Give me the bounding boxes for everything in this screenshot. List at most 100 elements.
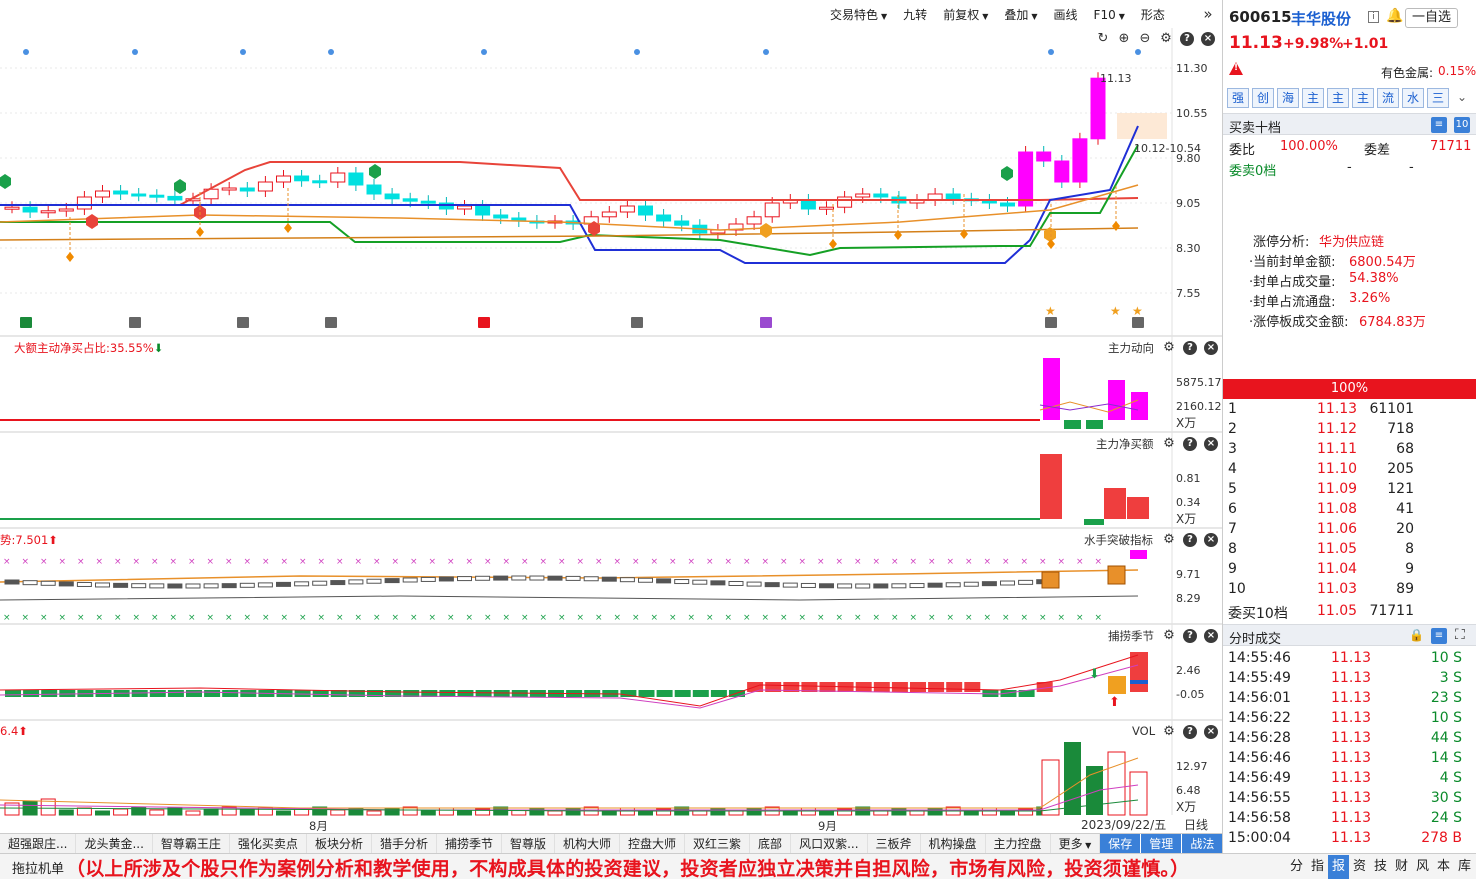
- footer-tab[interactable]: 技: [1370, 855, 1391, 879]
- save-button[interactable]: 保存: [1100, 833, 1142, 854]
- toolbar-trade-feature[interactable]: 交易特色 ▼: [822, 3, 895, 27]
- buy-level-row[interactable]: 1 11.13 61101: [1223, 401, 1476, 421]
- footer-tab[interactable]: 资: [1349, 855, 1370, 879]
- tag-button[interactable]: 海: [1277, 88, 1299, 108]
- footer-tab[interactable]: 风: [1412, 855, 1433, 879]
- help-icon[interactable]: ?: [1183, 628, 1197, 643]
- close-icon[interactable]: ×: [1204, 628, 1218, 643]
- close-icon[interactable]: ×: [1201, 31, 1215, 46]
- x-marker: ×: [114, 557, 122, 567]
- settings-icon[interactable]: ⚙: [1162, 436, 1176, 451]
- footer-tab[interactable]: 财: [1391, 855, 1412, 879]
- toolbar-forward-adjust[interactable]: 前复权 ▼: [935, 3, 996, 27]
- expand-icon[interactable]: ⛶: [1455, 627, 1465, 643]
- close-icon[interactable]: ×: [1204, 532, 1218, 547]
- ten-level-icon[interactable]: 10: [1454, 117, 1470, 133]
- sailor-bar: [167, 583, 183, 589]
- add-favorite-button[interactable]: 一自选: [1405, 8, 1459, 28]
- indicator-tab[interactable]: 双红三紫: [685, 833, 751, 854]
- toolbar-nine-turn[interactable]: 九转: [895, 3, 935, 27]
- range-label: 10.12-10.54: [1134, 142, 1201, 155]
- buy-level-row[interactable]: 8 11.05 8: [1223, 541, 1476, 561]
- indicator-tab[interactable]: 强化买卖点: [230, 833, 307, 854]
- indicator-tab[interactable]: 智尊版: [502, 833, 555, 854]
- stock-name[interactable]: 丰华股份: [1291, 8, 1351, 29]
- manage-button[interactable]: 管理: [1141, 833, 1183, 854]
- help-icon[interactable]: ?: [1180, 31, 1194, 46]
- buy-level-row[interactable]: 6 11.08 41: [1223, 501, 1476, 521]
- settings-icon[interactable]: ⚙: [1162, 628, 1176, 643]
- list-icon[interactable]: ≡: [1431, 628, 1447, 644]
- toolbar-pattern[interactable]: 形态: [1133, 3, 1173, 27]
- settings-icon[interactable]: ⚙: [1162, 724, 1176, 739]
- close-icon[interactable]: ×: [1204, 724, 1218, 739]
- sailor-bar: [22, 580, 38, 586]
- buy-level-row[interactable]: 5 11.09 121: [1223, 481, 1476, 501]
- indicator-tab[interactable]: 捕捞季节: [437, 833, 502, 854]
- tag-button[interactable]: 主: [1327, 88, 1349, 108]
- list-icon[interactable]: ≡: [1431, 117, 1447, 133]
- footer-tab[interactable]: 库: [1454, 855, 1475, 879]
- indicator-tab[interactable]: 风口双紫...: [791, 833, 868, 854]
- toolbar-f10[interactable]: F10 ▼: [1086, 3, 1133, 27]
- chevron-down-icon[interactable]: ⌄: [1457, 90, 1467, 104]
- footer-tab-active[interactable]: 报: [1328, 855, 1349, 879]
- indicator-tab[interactable]: 机构大师: [555, 833, 621, 854]
- info-icon[interactable]: i: [1368, 11, 1379, 23]
- help-icon[interactable]: ?: [1183, 436, 1197, 451]
- expand-more-icon[interactable]: »: [1196, 2, 1220, 26]
- indicator-tab[interactable]: 猎手分析: [372, 833, 437, 854]
- kline-svg[interactable]: ★ ★ ★ × × × × × × × × × × × × × × × × × × × × × × × × × × × × × × × × × × × × ×…: [0, 0, 1222, 833]
- buy-level-row[interactable]: 9 11.04 9: [1223, 561, 1476, 581]
- indicator-tab[interactable]: 底部: [750, 833, 792, 854]
- tag-button[interactable]: 流: [1377, 88, 1399, 108]
- lock-icon[interactable]: 🔒: [1409, 628, 1424, 642]
- indicator-tab[interactable]: 龙头黄金...: [76, 833, 153, 854]
- tag-button[interactable]: 水: [1402, 88, 1424, 108]
- indicator-tab[interactable]: 机构操盘: [921, 833, 986, 854]
- refresh-icon[interactable]: ↻: [1096, 31, 1110, 46]
- zoom-out-icon[interactable]: ⊖: [1138, 31, 1152, 46]
- settings-icon[interactable]: ⚙: [1162, 340, 1176, 355]
- footer-tab[interactable]: 指: [1307, 855, 1328, 879]
- buy-level-row[interactable]: 3 11.11 68: [1223, 441, 1476, 461]
- tractor-order-label[interactable]: 拖拉机单: [12, 858, 64, 877]
- bell-icon[interactable]: 🔔: [1386, 8, 1403, 24]
- settings-icon[interactable]: ⚙: [1159, 31, 1173, 46]
- close-icon[interactable]: ×: [1204, 436, 1218, 451]
- buy-level-row[interactable]: 4 11.10 205: [1223, 461, 1476, 481]
- indicator-tab[interactable]: 智尊霸王庄: [153, 833, 230, 854]
- tag-button[interactable]: 主: [1302, 88, 1324, 108]
- help-icon[interactable]: ?: [1183, 724, 1197, 739]
- tag-button[interactable]: 主: [1352, 88, 1374, 108]
- tag-button[interactable]: 创: [1252, 88, 1274, 108]
- indicator-tab[interactable]: 板块分析: [307, 833, 372, 854]
- help-icon[interactable]: ?: [1183, 532, 1197, 547]
- period-label[interactable]: 日线: [1184, 816, 1208, 833]
- toolbar-overlay[interactable]: 叠加 ▼: [996, 3, 1045, 27]
- buy-level-row[interactable]: 2 11.12 718: [1223, 421, 1476, 441]
- footer-tab[interactable]: 本: [1433, 855, 1454, 879]
- sailor-bar: [402, 577, 418, 583]
- tag-button[interactable]: 三: [1427, 88, 1449, 108]
- kline-chart-area[interactable]: ★ ★ ★ × × × × × × × × × × × × × × × × × × × × × × × × × × × × × × × × × × × × ×…: [0, 0, 1222, 833]
- indicator-tab[interactable]: 三板斧: [868, 833, 921, 854]
- indicator-tab[interactable]: 控盘大师: [620, 833, 686, 854]
- toolbar-draw-line[interactable]: 画线: [1046, 3, 1086, 27]
- footer-tab[interactable]: 分: [1286, 855, 1307, 879]
- zoom-in-icon[interactable]: ⊕: [1117, 31, 1131, 46]
- x-marker: ×: [225, 613, 233, 623]
- more-tab[interactable]: 更多 ▼: [1051, 833, 1101, 854]
- strategy-button[interactable]: 战法: [1182, 833, 1224, 854]
- tag-button[interactable]: 强: [1227, 88, 1249, 108]
- indicator-tab[interactable]: 超强跟庄...: [0, 833, 77, 854]
- buy-level-row[interactable]: 7 11.06 20: [1223, 521, 1476, 541]
- indicator-tab[interactable]: 主力控盘: [986, 833, 1051, 854]
- close-icon[interactable]: ×: [1204, 340, 1218, 355]
- level-volume: 9: [1405, 561, 1414, 577]
- help-icon[interactable]: ?: [1183, 340, 1197, 355]
- buy-level-row[interactable]: 10 11.03 89: [1223, 581, 1476, 601]
- sector-label[interactable]: 有色金属:: [1381, 64, 1433, 81]
- settings-icon[interactable]: ⚙: [1162, 532, 1176, 547]
- x-marker: ×: [318, 557, 326, 567]
